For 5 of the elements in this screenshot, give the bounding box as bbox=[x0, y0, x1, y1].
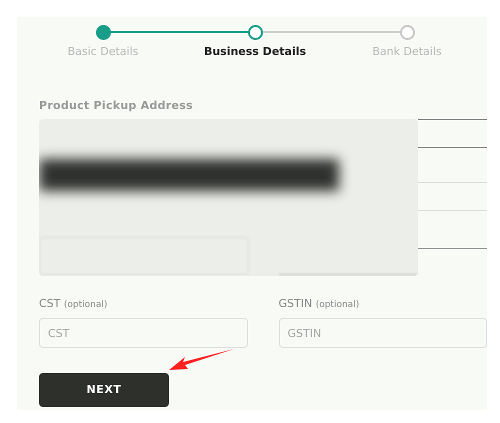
field-label: CST (optional) bbox=[39, 296, 108, 312]
field-label: GSTIN (optional) bbox=[278, 296, 360, 312]
section-title: Product Pickup Address bbox=[39, 98, 194, 114]
step-label[interactable]: Business Details bbox=[204, 44, 306, 60]
next-button[interactable]: NEXT bbox=[39, 373, 169, 407]
